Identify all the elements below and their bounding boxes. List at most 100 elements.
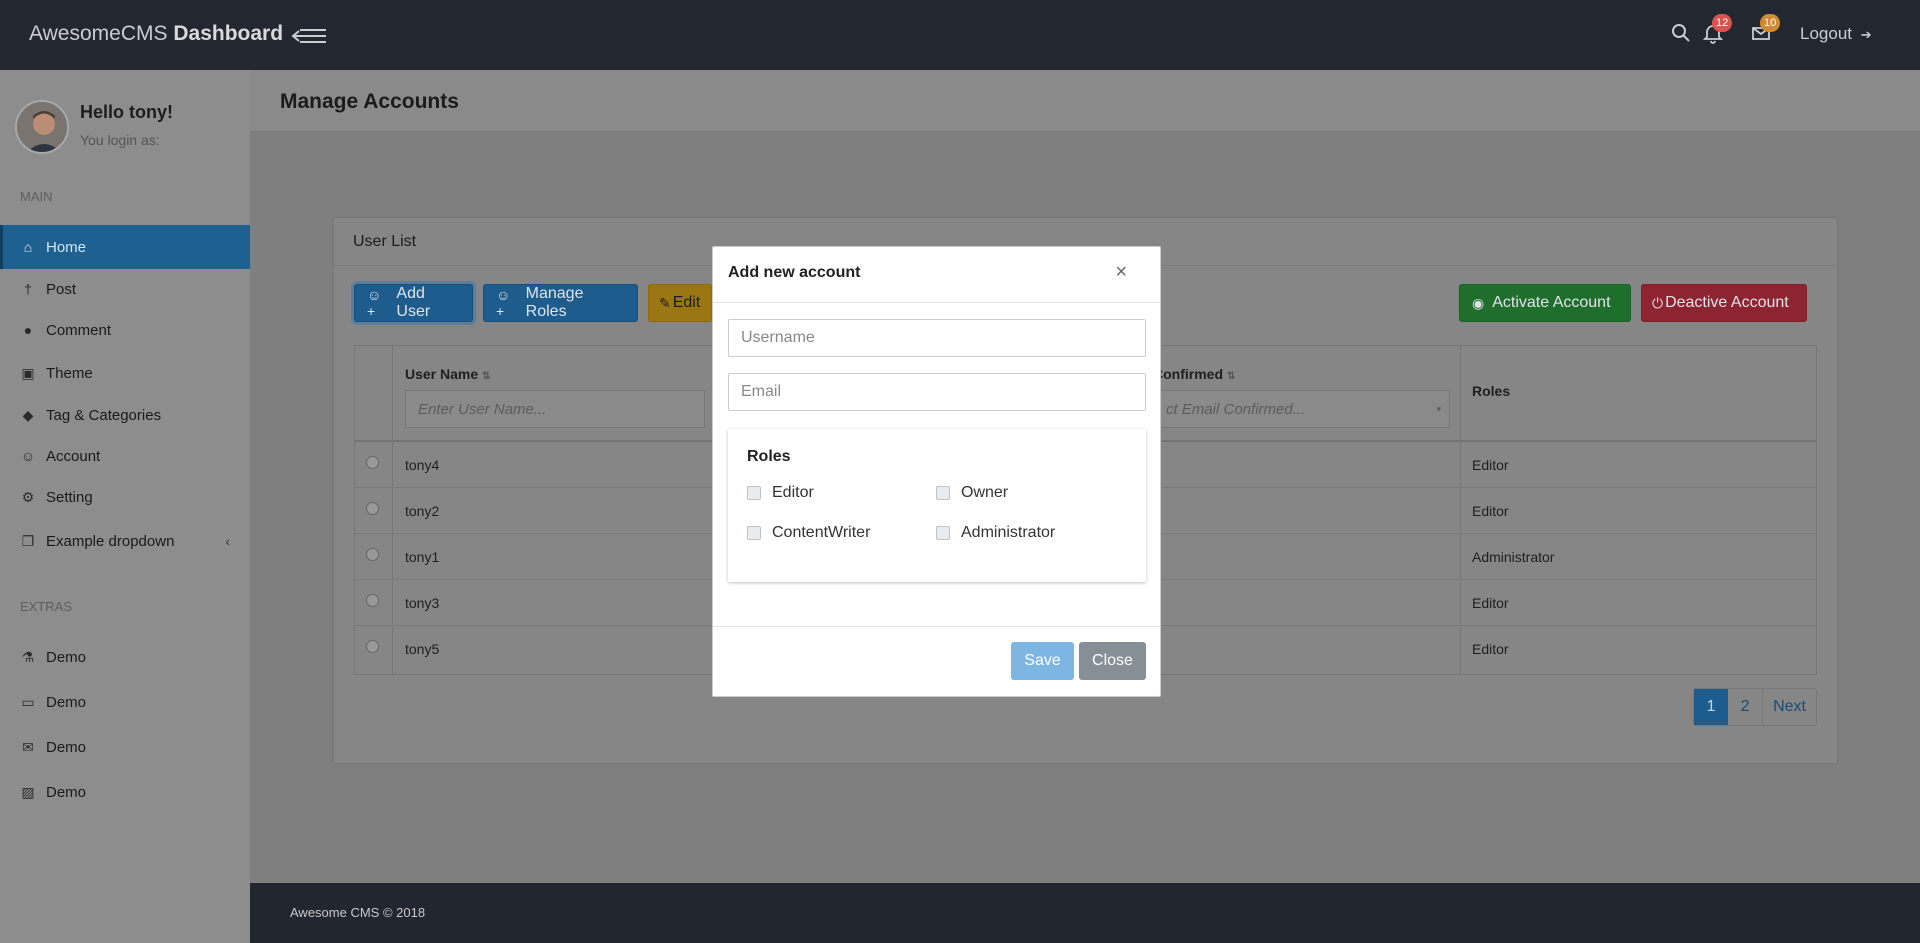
- row-select-radio[interactable]: [366, 594, 379, 607]
- sidebar-item-label: Tag & Categories: [46, 406, 162, 424]
- column-header-username[interactable]: User Name ⇅: [405, 366, 491, 382]
- user-plus-icon: ☺: [20, 448, 36, 464]
- sidebar-item-demo-1[interactable]: ⚗ Demo: [0, 635, 250, 679]
- modal-title: Add new account: [728, 264, 861, 281]
- sign-out-icon: ➔: [1860, 27, 1872, 42]
- sidebar-item-setting[interactable]: ⚙ Setting: [0, 475, 250, 519]
- row-username: tony4: [405, 457, 440, 473]
- chevron-down-icon: ▾: [1436, 403, 1441, 414]
- next-page-button[interactable]: Next: [1762, 689, 1816, 725]
- page-header: Manage Accounts: [250, 70, 1920, 132]
- page-2-button[interactable]: 2: [1728, 689, 1762, 725]
- deactivate-account-button[interactable]: ⏻ Deactive Account: [1641, 284, 1807, 322]
- sidebar-item-demo-3[interactable]: ✉ Demo: [0, 725, 250, 769]
- sort-icon: ⇅: [1227, 371, 1236, 382]
- checkbox[interactable]: [936, 486, 950, 500]
- pagination: 1 2 Next: [1693, 688, 1817, 726]
- sidebar-item-demo-2[interactable]: ▭ Demo: [0, 680, 250, 724]
- sidebar-item-theme[interactable]: ▣ Theme: [0, 351, 250, 395]
- sidebar-item-label: Theme: [46, 364, 93, 382]
- role-label: Editor: [772, 484, 814, 501]
- close-icon[interactable]: ×: [1115, 262, 1127, 282]
- role-checkbox-owner[interactable]: Owner: [936, 484, 1008, 502]
- sort-icon: ⇅: [482, 371, 491, 382]
- row-select-radio[interactable]: [366, 502, 379, 515]
- row-username: tony2: [405, 503, 440, 519]
- row-select-radio[interactable]: [366, 548, 379, 561]
- user-greeting: Hello tony!: [80, 102, 173, 122]
- sidebar-item-example-dropdown[interactable]: ❐ Example dropdown ‹: [0, 519, 250, 563]
- column-header-confirmed[interactable]: Confirmed ⇅: [1153, 366, 1235, 382]
- email-input[interactable]: Email: [728, 373, 1146, 411]
- sidebar-item-label: Home: [46, 238, 87, 256]
- username-filter-input[interactable]: Enter User Name...: [405, 390, 705, 428]
- footer: Awesome CMS © 2018: [250, 883, 1920, 943]
- checkbox[interactable]: [747, 486, 761, 500]
- footer-copyright: Awesome CMS © 2018: [290, 905, 426, 920]
- row-username: tony3: [405, 595, 440, 611]
- role-checkbox-administrator[interactable]: Administrator: [936, 524, 1055, 542]
- checkbox[interactable]: [747, 526, 761, 540]
- deactivate-account-label: Deactive Account: [1665, 294, 1789, 311]
- theme-icon: ▣: [21, 364, 35, 381]
- copy-icon: ❐: [21, 532, 35, 549]
- username-input[interactable]: Username: [728, 319, 1146, 357]
- sidebar-item-post[interactable]: † Post: [0, 267, 250, 311]
- sidebar-item-label: Account: [46, 447, 101, 465]
- messages-button[interactable]: 10: [1750, 14, 1781, 44]
- pin-icon: †: [24, 281, 32, 297]
- menu-toggle-icon[interactable]: [290, 25, 328, 47]
- row-select-radio[interactable]: [366, 456, 379, 469]
- role-label: Administrator: [961, 524, 1056, 541]
- manage-roles-button[interactable]: ☺+ Manage Roles: [483, 284, 638, 322]
- sidebar-item-home[interactable]: ⌂ Home: [0, 225, 250, 269]
- notifications-badge: 12: [1712, 14, 1733, 32]
- sidebar-item-account[interactable]: ☺ Account: [0, 434, 250, 478]
- modal-header: Add new account ×: [713, 247, 1160, 303]
- user-plus-icon: ☺+: [496, 287, 511, 319]
- role-checkbox-editor[interactable]: Editor: [747, 484, 814, 502]
- activate-account-button[interactable]: ◉ Activate Account: [1459, 284, 1631, 322]
- row-role: Administrator: [1472, 549, 1555, 565]
- close-button[interactable]: Close: [1079, 642, 1146, 680]
- sidebar-item-comment[interactable]: ● Comment: [0, 308, 250, 352]
- edit-button[interactable]: ✎ Edit: [648, 284, 712, 322]
- login-role-label: You login as:: [80, 132, 160, 148]
- user-plus-icon: ☺+: [367, 287, 382, 319]
- save-button[interactable]: Save: [1011, 642, 1074, 680]
- row-select-radio[interactable]: [366, 640, 379, 653]
- add-account-modal: Add new account × Username Email Roles E…: [712, 246, 1161, 697]
- sidebar-item-demo-4[interactable]: ▨ Demo: [0, 770, 250, 814]
- modal-footer: Save Close: [713, 626, 1160, 696]
- sidebar-item-label: Demo: [46, 738, 87, 756]
- role-label: ContentWriter: [772, 524, 871, 541]
- toggle-on-icon: ◉: [1472, 294, 1485, 311]
- page-1-button[interactable]: 1: [1694, 689, 1729, 725]
- monitor-icon: ▭: [21, 693, 35, 710]
- row-role: Editor: [1472, 457, 1509, 473]
- gears-icon: ⚙: [21, 488, 35, 505]
- column-header-roles: Roles: [1472, 383, 1511, 399]
- sidebar-item-label: Demo: [46, 648, 87, 666]
- brand-logo[interactable]: AwesomeCMS Dashboard: [29, 22, 283, 46]
- roles-group: Roles Editor Owner ContentWriter Adminis…: [728, 429, 1146, 582]
- role-checkbox-contentwriter[interactable]: ContentWriter: [747, 524, 870, 542]
- manage-roles-label: Manage Roles: [525, 285, 584, 320]
- role-label: Owner: [961, 484, 1009, 501]
- sidebar-item-tags[interactable]: ◆ Tag & Categories: [0, 393, 250, 437]
- logout-link[interactable]: Logout ➔: [1800, 24, 1872, 44]
- page-title: Manage Accounts: [280, 90, 459, 113]
- sidebar: Hello tony! You login as: MAIN ⌂ Home † …: [0, 70, 250, 943]
- section-main-label: MAIN: [20, 189, 53, 204]
- envelope-icon: ✉: [22, 738, 34, 755]
- edit-label: Edit: [672, 294, 701, 311]
- logout-label: Logout: [1800, 24, 1852, 43]
- notifications-button[interactable]: 12: [1702, 14, 1733, 44]
- brand-name: AwesomeCMS: [29, 22, 168, 45]
- email-confirmed-filter-select[interactable]: ct Email Confirmed... ▾: [1153, 390, 1450, 428]
- row-role: Editor: [1472, 595, 1509, 611]
- edit-icon: ✎: [659, 294, 671, 311]
- add-user-button[interactable]: ☺+ Add User: [354, 284, 473, 322]
- search-icon[interactable]: [1670, 22, 1692, 44]
- checkbox[interactable]: [936, 526, 950, 540]
